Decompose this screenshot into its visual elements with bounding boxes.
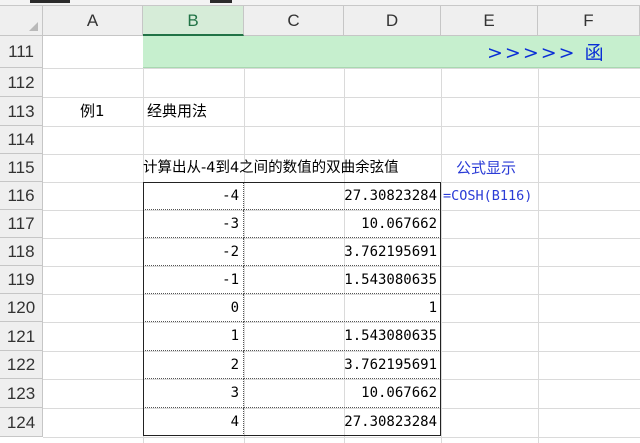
row-header-114[interactable]: 114: [0, 126, 43, 154]
cosh-value-cell[interactable]: 3.762195691: [244, 238, 441, 266]
cosh-value-cell[interactable]: 1.543080635: [244, 322, 441, 351]
row-header-117[interactable]: 117: [0, 210, 43, 238]
cosh-value-cell[interactable]: 10.067662: [244, 379, 441, 408]
row-header-111[interactable]: 111: [0, 36, 43, 68]
cosh-value-cell[interactable]: 3.762195691: [244, 351, 441, 379]
cosh-value-cell[interactable]: 1: [244, 294, 441, 322]
caption-cell[interactable]: 计算出从-4到4之间的数值的双曲余弦值: [143, 154, 399, 182]
column-header-d[interactable]: D: [344, 6, 441, 36]
row-header-121[interactable]: 121: [0, 322, 43, 351]
row-header-118[interactable]: 118: [0, 238, 43, 266]
x-value-cell[interactable]: -3: [143, 210, 244, 238]
row-header-116[interactable]: 116: [0, 182, 43, 210]
cosh-value-cell[interactable]: 10.067662: [244, 210, 441, 238]
example-title-cell[interactable]: 经典用法: [147, 97, 207, 126]
x-value-cell[interactable]: -4: [143, 182, 244, 210]
banner-text: >>>>> 函: [487, 42, 606, 64]
x-value-cell[interactable]: 2: [143, 351, 244, 379]
x-value-cell[interactable]: -1: [143, 266, 244, 294]
gridline: [43, 97, 640, 98]
column-header-e[interactable]: E: [441, 6, 538, 36]
gridline: [43, 126, 640, 127]
x-value-cell[interactable]: 4: [143, 408, 244, 436]
row-header-120[interactable]: 120: [0, 294, 43, 322]
column-header-b[interactable]: B: [143, 6, 244, 36]
formula-header-cell[interactable]: 公式显示: [456, 154, 516, 182]
row-header-115[interactable]: 115: [0, 154, 43, 182]
column-header-c[interactable]: C: [244, 6, 344, 36]
column-header-a[interactable]: A: [43, 6, 143, 36]
x-value-cell[interactable]: -2: [143, 238, 244, 266]
example-label-cell[interactable]: 例1: [80, 97, 105, 126]
gridline: [43, 68, 640, 69]
row-header-112[interactable]: 112: [0, 68, 43, 97]
row-header-119[interactable]: 119: [0, 266, 43, 294]
row-header-113[interactable]: 113: [0, 97, 43, 126]
select-all-button[interactable]: [0, 6, 43, 36]
row-header-122[interactable]: 122: [0, 351, 43, 379]
row-header-124[interactable]: 124: [0, 408, 43, 437]
column-header-f[interactable]: F: [538, 6, 640, 36]
x-value-cell[interactable]: 0: [143, 294, 244, 322]
cosh-value-cell[interactable]: 1.543080635: [244, 266, 441, 294]
cosh-value-cell[interactable]: 27.30823284: [244, 182, 441, 210]
cosh-value-cell[interactable]: 27.30823284: [244, 408, 441, 436]
formula-cell[interactable]: =COSH(B116): [443, 182, 532, 210]
gridline: [43, 437, 640, 438]
row-header-123[interactable]: 123: [0, 379, 43, 408]
x-value-cell[interactable]: 3: [143, 379, 244, 408]
x-value-cell[interactable]: 1: [143, 322, 244, 351]
spreadsheet[interactable]: A B C D E F 111 112 113 114 115 116 117 …: [0, 0, 640, 443]
